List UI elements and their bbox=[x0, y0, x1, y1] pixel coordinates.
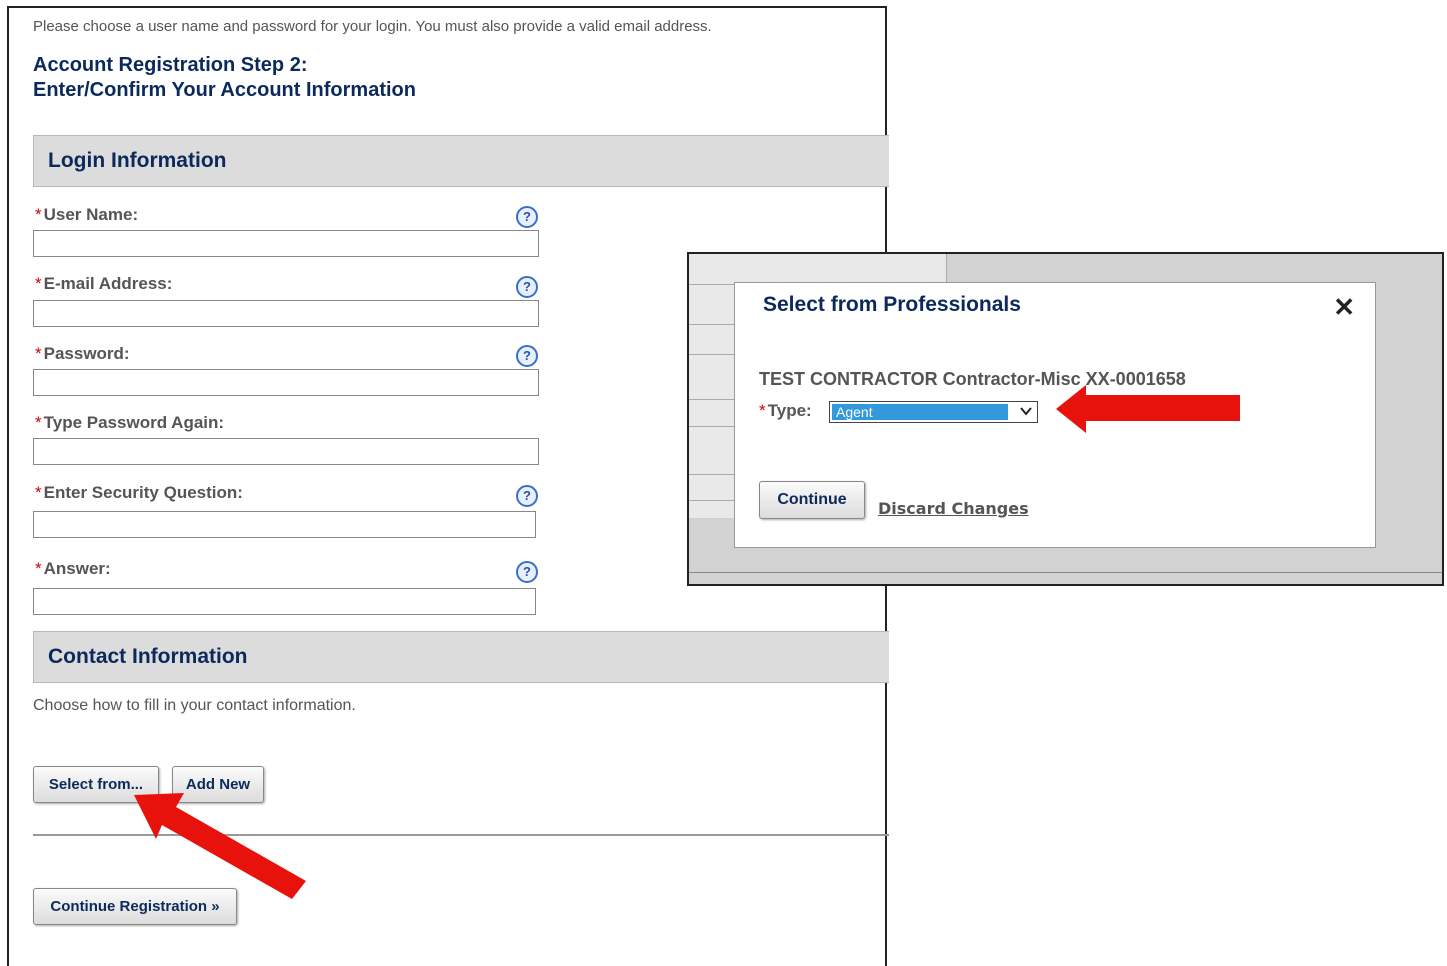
chevron-down-icon bbox=[1019, 403, 1033, 422]
step-title: Account Registration Step 2: Enter/Confi… bbox=[33, 53, 416, 103]
confirm-password-input[interactable] bbox=[33, 438, 539, 465]
security-question-label: * Enter Security Question: bbox=[35, 483, 243, 503]
email-label: * E-mail Address: bbox=[35, 274, 172, 294]
dialog-title: Select from Professionals bbox=[763, 293, 1021, 316]
select-professionals-dialog: Select from Professionals ✕ TEST CONTRAC… bbox=[734, 282, 1376, 548]
required-marker: * bbox=[35, 274, 42, 293]
intro-text: Please choose a user name and password f… bbox=[33, 18, 712, 35]
user-name-label-text: User Name: bbox=[43, 205, 139, 224]
type-label: * Type: bbox=[759, 401, 812, 421]
login-section-header: Login Information bbox=[33, 135, 889, 187]
security-question-label-text: Enter Security Question: bbox=[43, 483, 243, 502]
discard-changes-link[interactable]: Discard Changes bbox=[878, 499, 1029, 518]
background-line bbox=[689, 572, 1442, 573]
type-select[interactable]: Agent bbox=[829, 401, 1038, 423]
password-label-text: Password: bbox=[43, 344, 130, 363]
help-icon[interactable]: ? bbox=[516, 485, 538, 507]
annotation-arrow-icon bbox=[1056, 385, 1240, 433]
step-title-line2: Enter/Confirm Your Account Information bbox=[33, 79, 416, 101]
contact-section-title: Contact Information bbox=[48, 645, 248, 668]
type-selected-value: Agent bbox=[832, 404, 1008, 420]
answer-label-text: Answer: bbox=[43, 559, 111, 578]
confirm-password-label: * Type Password Again: bbox=[35, 413, 224, 433]
contact-section-header: Contact Information bbox=[33, 631, 889, 683]
password-input[interactable] bbox=[33, 369, 539, 396]
user-name-input[interactable] bbox=[33, 230, 539, 257]
annotation-arrow-icon bbox=[134, 793, 306, 899]
contact-description: Choose how to fill in your contact infor… bbox=[33, 697, 356, 714]
required-marker: * bbox=[35, 559, 42, 578]
email-input[interactable] bbox=[33, 300, 539, 327]
close-icon[interactable]: ✕ bbox=[1327, 293, 1361, 321]
required-marker: * bbox=[35, 205, 42, 224]
step-title-line1: Account Registration Step 2: bbox=[33, 54, 308, 76]
answer-label: * Answer: bbox=[35, 559, 111, 579]
help-icon[interactable]: ? bbox=[516, 276, 538, 298]
answer-input[interactable] bbox=[33, 588, 536, 615]
password-label: * Password: bbox=[35, 344, 130, 364]
required-marker: * bbox=[35, 344, 42, 363]
confirm-password-label-text: Type Password Again: bbox=[43, 413, 225, 432]
help-icon[interactable]: ? bbox=[516, 206, 538, 228]
type-label-text: Type: bbox=[767, 401, 812, 420]
user-name-label: * User Name: bbox=[35, 205, 138, 225]
email-label-text: E-mail Address: bbox=[43, 274, 173, 293]
required-marker: * bbox=[759, 401, 766, 420]
required-marker: * bbox=[35, 413, 42, 432]
security-question-input[interactable] bbox=[33, 511, 536, 538]
dialog-continue-button[interactable]: Continue bbox=[759, 481, 865, 519]
required-marker: * bbox=[35, 483, 42, 502]
help-icon[interactable]: ? bbox=[516, 345, 538, 367]
help-icon[interactable]: ? bbox=[516, 561, 538, 583]
login-section-title: Login Information bbox=[48, 149, 227, 172]
